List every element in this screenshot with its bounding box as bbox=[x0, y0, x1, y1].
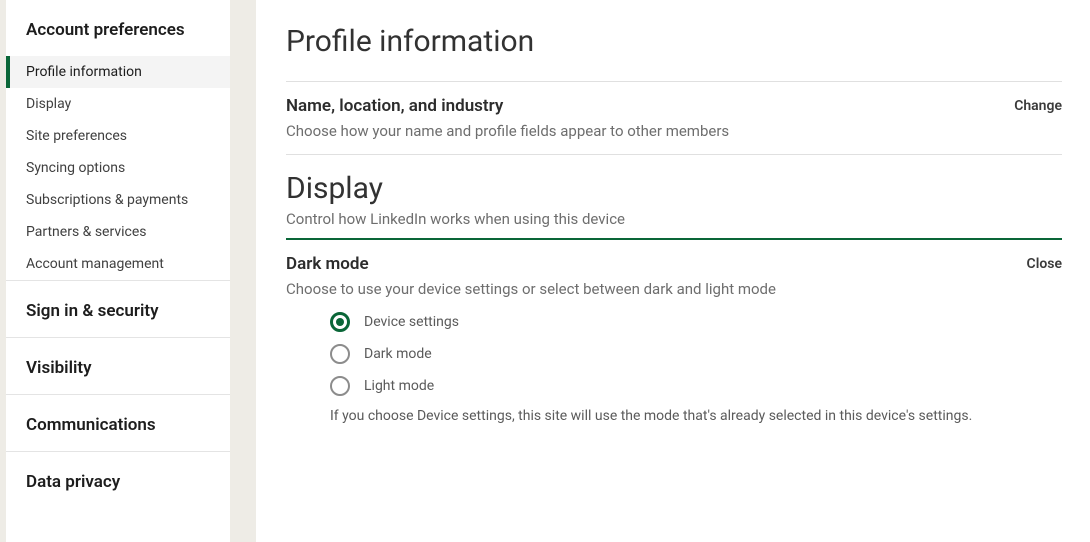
sidebar-item-profile-information[interactable]: Profile information bbox=[6, 56, 230, 88]
radio-dark-mode[interactable]: Dark mode bbox=[330, 344, 1062, 364]
sidebar-item-partners-services[interactable]: Partners & services bbox=[6, 216, 230, 248]
radio-label: Device settings bbox=[364, 314, 459, 330]
sidebar-group-account-preferences[interactable]: Account preferences bbox=[6, 0, 230, 56]
page-title-profile-information: Profile information bbox=[286, 24, 1062, 59]
sidebar-group-communications[interactable]: Communications bbox=[6, 395, 230, 451]
radio-device-settings[interactable]: Device settings bbox=[330, 312, 1062, 332]
section-subheading-display: Control how LinkedIn works when using th… bbox=[286, 210, 1062, 228]
radio-label: Light mode bbox=[364, 378, 434, 394]
sidebar-group-sign-in-security[interactable]: Sign in & security bbox=[6, 281, 230, 337]
dark-mode-hint: If you choose Device settings, this site… bbox=[286, 408, 1062, 424]
section-heading-display: Display bbox=[286, 171, 1062, 206]
dark-mode-radio-group: Device settings Dark mode Light mode bbox=[286, 312, 1062, 396]
sidebar-item-account-management[interactable]: Account management bbox=[6, 248, 230, 280]
sidebar-group-data-privacy[interactable]: Data privacy bbox=[6, 452, 230, 508]
main-content: Profile information Name, location, and … bbox=[256, 0, 1090, 542]
radio-icon bbox=[330, 376, 350, 396]
setting-title: Name, location, and industry bbox=[286, 96, 729, 116]
radio-label: Dark mode bbox=[364, 346, 432, 362]
radio-light-mode[interactable]: Light mode bbox=[330, 376, 1062, 396]
close-link[interactable]: Close bbox=[1027, 254, 1062, 272]
change-link[interactable]: Change bbox=[1014, 96, 1062, 114]
divider bbox=[286, 154, 1062, 155]
dark-mode-title: Dark mode bbox=[286, 254, 776, 274]
radio-icon bbox=[330, 344, 350, 364]
sidebar-item-subscriptions-payments[interactable]: Subscriptions & payments bbox=[6, 184, 230, 216]
dark-mode-desc: Choose to use your device settings or se… bbox=[286, 280, 776, 298]
sidebar: Account preferences Profile information … bbox=[6, 0, 230, 542]
setting-dark-mode: Dark mode Choose to use your device sett… bbox=[286, 240, 1062, 424]
setting-name-location-industry[interactable]: Name, location, and industry Choose how … bbox=[286, 82, 1062, 154]
sidebar-item-display[interactable]: Display bbox=[6, 88, 230, 120]
radio-icon bbox=[330, 312, 350, 332]
sidebar-item-syncing-options[interactable]: Syncing options bbox=[6, 152, 230, 184]
sidebar-item-site-preferences[interactable]: Site preferences bbox=[6, 120, 230, 152]
sidebar-group-visibility[interactable]: Visibility bbox=[6, 338, 230, 394]
setting-desc: Choose how your name and profile fields … bbox=[286, 122, 729, 140]
